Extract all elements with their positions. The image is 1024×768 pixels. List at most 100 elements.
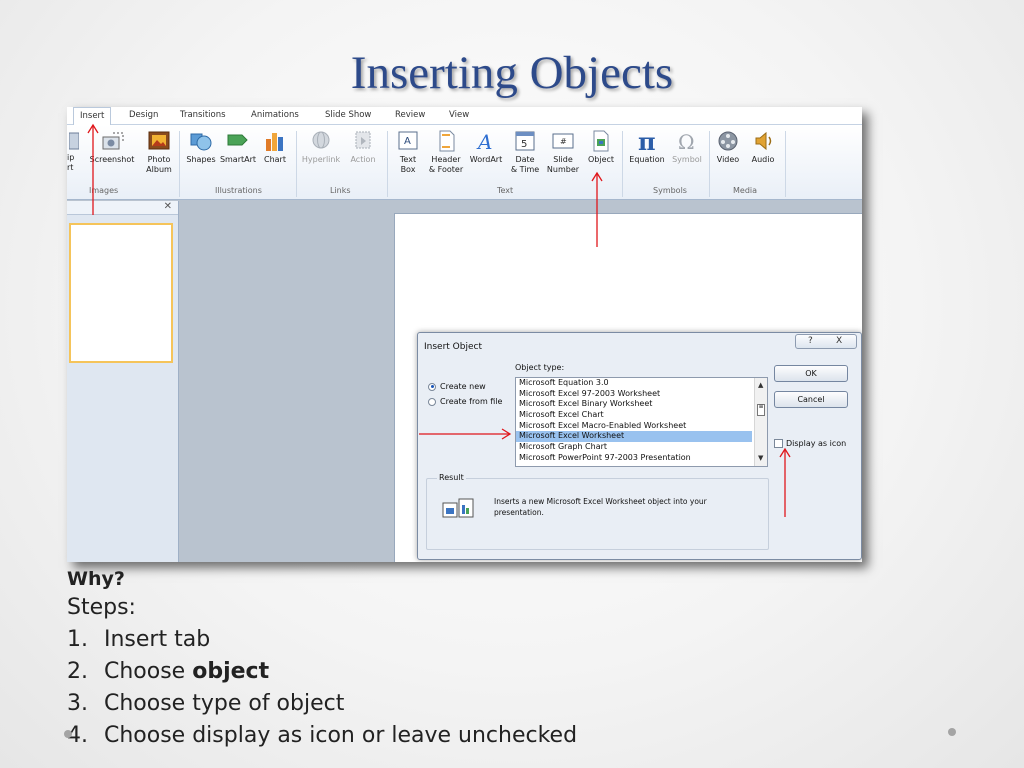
step-text: Choose	[104, 659, 193, 684]
clip-art-label-2: rt	[67, 163, 74, 172]
list-item[interactable]: Microsoft Excel Binary Worksheet	[516, 399, 767, 410]
tab-transitions[interactable]: Transitions	[180, 110, 226, 120]
list-item[interactable]: Microsoft Excel Macro-Enabled Worksheet	[516, 421, 767, 432]
group-separator	[709, 131, 710, 197]
slides-pane-header: ✕	[67, 201, 178, 215]
wordart-icon: A	[476, 130, 492, 153]
display-as-icon-checkbox[interactable]	[774, 439, 783, 448]
ribbon: ip rt Screenshot Photo Album Images Shap…	[67, 125, 862, 200]
result-description: Inserts a new Microsoft Excel Worksheet …	[494, 497, 707, 517]
header-footer-button[interactable]: Header & Footer	[426, 129, 466, 175]
tab-design[interactable]: Design	[129, 110, 158, 120]
display-as-icon-option[interactable]: Display as icon	[774, 439, 846, 448]
chart-button[interactable]: Chart	[260, 129, 290, 165]
step-item: 2. Choose object	[67, 656, 927, 688]
svg-text:A: A	[476, 130, 492, 153]
smartart-label: SmartArt	[219, 155, 257, 164]
display-as-icon-label: Display as icon	[786, 439, 847, 448]
step-text: Insert tab	[104, 627, 211, 652]
help-icon[interactable]: ?	[808, 336, 813, 346]
dialog-title-controls: ? X	[795, 334, 857, 349]
svg-text:Ω: Ω	[678, 130, 695, 153]
ok-button[interactable]: OK	[774, 365, 848, 382]
group-separator	[387, 131, 388, 197]
svg-text:5: 5	[521, 139, 527, 150]
smartart-button[interactable]: SmartArt	[218, 129, 258, 165]
date-time-label-2: & Time	[510, 165, 540, 174]
clip-art-icon	[69, 132, 79, 150]
group-label-media: Media	[733, 186, 758, 195]
text-box-icon: A	[398, 131, 418, 150]
video-button[interactable]: Video	[713, 129, 743, 165]
step-text: Choose type of object	[104, 691, 345, 716]
shapes-button[interactable]: Shapes	[184, 129, 218, 165]
list-item[interactable]: Microsoft Graph Chart	[516, 442, 767, 453]
header-footer-label-2: & Footer	[428, 165, 464, 174]
decorative-dot	[64, 730, 72, 738]
close-pane-icon[interactable]: ✕	[164, 201, 172, 212]
slide-number-label-2: Number	[546, 165, 580, 174]
tab-animations[interactable]: Animations	[251, 110, 299, 120]
create-from-file-option[interactable]: Create from file	[428, 397, 502, 406]
list-item[interactable]: Microsoft Excel Chart	[516, 410, 767, 421]
slide-thumbnail[interactable]	[69, 223, 173, 363]
list-scrollbar[interactable]: ▲ ≡ ▼	[754, 378, 767, 466]
tab-review[interactable]: Review	[395, 110, 425, 120]
create-new-radio[interactable]	[428, 382, 436, 391]
slides-pane: ✕	[67, 201, 179, 562]
video-label: Video	[716, 155, 740, 164]
close-icon[interactable]: X	[836, 336, 842, 346]
list-item[interactable]: Microsoft Equation 3.0	[516, 378, 767, 389]
step-item: 3. Choose type of object	[67, 688, 927, 720]
smartart-icon	[227, 134, 248, 146]
camera-icon	[102, 132, 124, 150]
shapes-label: Shapes	[186, 155, 216, 164]
wordart-label: WordArt	[469, 155, 503, 164]
slide-body: Why? Steps: 1. Insert tab 2. Choose obje…	[67, 566, 927, 752]
header-footer-icon	[439, 130, 455, 152]
svg-text:#: #	[560, 137, 567, 146]
scroll-up-icon[interactable]: ▲	[758, 381, 763, 389]
film-reel-icon	[718, 131, 738, 151]
date-time-button[interactable]: 5 Date & Time	[507, 129, 543, 175]
tab-view[interactable]: View	[449, 110, 469, 120]
create-new-label: Create new	[440, 382, 486, 391]
create-from-file-radio[interactable]	[428, 397, 436, 406]
wordart-button[interactable]: A WordArt	[468, 129, 504, 165]
action-label: Action	[350, 155, 376, 164]
omega-icon: Ω	[678, 130, 695, 153]
cancel-button[interactable]: Cancel	[774, 391, 848, 408]
group-label-illustrations: Illustrations	[215, 186, 262, 195]
speaker-icon	[755, 131, 772, 151]
hyperlink-button[interactable]: Hyperlink	[300, 129, 342, 165]
list-item-selected[interactable]: Microsoft Excel Worksheet	[516, 431, 752, 443]
steps-heading: Steps:	[67, 595, 136, 620]
step-item: 4. Choose display as icon or leave unche…	[67, 720, 927, 752]
object-type-list[interactable]: Microsoft Equation 3.0 Microsoft Excel 9…	[515, 377, 768, 467]
list-item[interactable]: Microsoft PowerPoint 97-2003 Presentatio…	[516, 453, 767, 464]
audio-label: Audio	[751, 155, 775, 164]
scroll-thumb[interactable]: ≡	[757, 404, 765, 416]
create-new-option[interactable]: Create new	[428, 382, 486, 391]
list-item[interactable]: Microsoft Excel 97-2003 Worksheet	[516, 389, 767, 400]
slide-number-button[interactable]: # Slide Number	[545, 129, 581, 175]
photo-album-button[interactable]: Photo Album	[141, 129, 177, 175]
slide-title: Inserting Objects	[350, 47, 674, 99]
bar-chart-icon	[266, 133, 283, 151]
tab-slide-show[interactable]: Slide Show	[325, 110, 371, 120]
decorative-dot	[948, 728, 956, 736]
symbol-button[interactable]: Ω Symbol	[670, 129, 704, 165]
result-object-icon	[442, 498, 474, 518]
text-box-button[interactable]: A Text Box	[394, 129, 422, 175]
screenshot-button[interactable]: Screenshot	[87, 129, 137, 165]
slide-number-icon: #	[552, 133, 574, 149]
object-button[interactable]: Object	[583, 129, 619, 165]
clip-art-button[interactable]: ip rt	[67, 131, 81, 173]
tab-insert[interactable]: Insert	[73, 107, 112, 126]
scroll-down-icon[interactable]: ▼	[758, 454, 763, 462]
equation-button[interactable]: π Equation	[625, 129, 669, 165]
text-box-label-2: Box	[400, 165, 416, 174]
action-button[interactable]: Action	[345, 129, 381, 165]
audio-button[interactable]: Audio	[748, 129, 778, 165]
powerpoint-screenshot: Insert Design Transitions Animations Sli…	[67, 107, 862, 562]
